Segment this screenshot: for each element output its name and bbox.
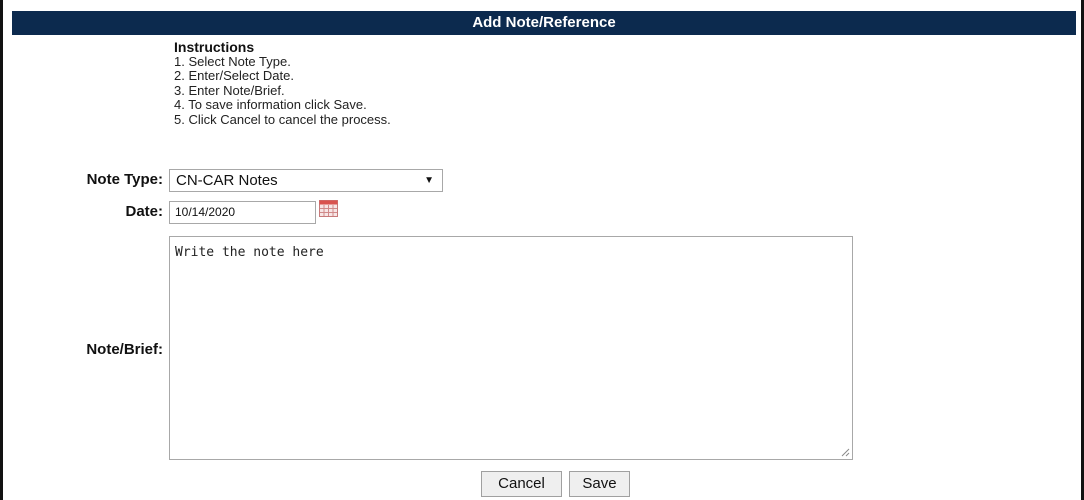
save-button[interactable]: Save	[569, 471, 630, 497]
note-type-select[interactable]: CN-CAR Notes ▼	[169, 169, 443, 192]
instruction-step: 2. Enter/Select Date.	[174, 68, 294, 84]
date-input[interactable]: 10/14/2020	[169, 201, 316, 224]
resize-grip-icon[interactable]	[840, 447, 850, 457]
calendar-icon[interactable]	[319, 200, 338, 217]
instructions-heading: Instructions	[174, 39, 255, 55]
instructions-block: Instructions 1. Select Note Type. 2. Ent…	[174, 40, 391, 128]
note-brief-text: Write the note here	[175, 245, 324, 260]
note-brief-label: Note/Brief:	[86, 341, 163, 358]
note-type-label: Note Type:	[86, 171, 163, 188]
instruction-step: 4. To save information click Save.	[174, 97, 367, 113]
note-brief-textarea[interactable]: Write the note here	[169, 236, 853, 460]
instruction-step: 1. Select Note Type.	[174, 53, 291, 69]
date-label: Date:	[125, 203, 163, 220]
note-type-selected-value: CN-CAR Notes	[176, 172, 278, 189]
dialog-title: Add Note/Reference	[472, 14, 616, 31]
cancel-button[interactable]: Cancel	[481, 471, 562, 497]
dialog-frame: Add Note/Reference Instructions 1. Selec…	[0, 0, 1084, 500]
instruction-step: 5. Click Cancel to cancel the process.	[174, 111, 391, 127]
date-value: 10/14/2020	[175, 205, 236, 219]
instruction-step: 3. Enter Note/Brief.	[174, 82, 285, 98]
dialog-title-bar: Add Note/Reference	[12, 11, 1076, 35]
dropdown-arrow-icon: ▼	[424, 175, 434, 186]
